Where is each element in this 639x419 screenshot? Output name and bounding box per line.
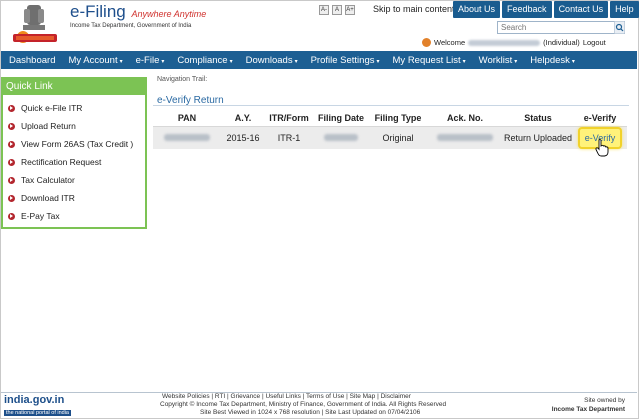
nav-compliance[interactable]: Compliance ▾ bbox=[177, 55, 232, 66]
col-itr-form: ITR/Form bbox=[265, 111, 313, 127]
nav-e-file[interactable]: e-File ▾ bbox=[136, 55, 165, 66]
brand-tagline: Anywhere Anytime bbox=[131, 9, 207, 19]
quick-link-item[interactable]: Tax Calculator bbox=[3, 171, 145, 189]
quick-link-item[interactable]: Rectification Request bbox=[3, 153, 145, 171]
chevron-down-icon: ▾ bbox=[376, 58, 380, 65]
quick-link-list: Quick e-File ITR Upload Return View Form… bbox=[3, 95, 145, 225]
table-header-row: PAN A.Y. ITR/Form Filing Date Filing Typ… bbox=[153, 111, 627, 127]
quick-link-item[interactable]: E-Pay Tax bbox=[3, 207, 145, 225]
font-decrease-button[interactable]: A- bbox=[319, 5, 329, 15]
skip-to-main-link[interactable]: Skip to main content bbox=[373, 4, 455, 14]
top-buttons: About Us Feedback Contact Us Help bbox=[453, 1, 639, 18]
font-increase-button[interactable]: A+ bbox=[345, 5, 355, 15]
chevron-down-icon: ▾ bbox=[462, 58, 466, 65]
contact-us-button[interactable]: Contact Us bbox=[553, 1, 609, 18]
cell-itr: ITR-1 bbox=[265, 126, 313, 149]
brand-name: e-Filing bbox=[70, 2, 126, 21]
arrow-bullet-icon bbox=[8, 122, 15, 130]
nav-my-account[interactable]: My Account ▾ bbox=[68, 55, 122, 66]
cell-ay: 2015-16 bbox=[221, 126, 265, 149]
search-icon[interactable] bbox=[614, 21, 625, 34]
quick-link-item[interactable]: Quick e-File ITR bbox=[3, 99, 145, 117]
india-gov-logo[interactable]: india.gov.in the national portal of indi… bbox=[4, 394, 84, 416]
feedback-button[interactable]: Feedback bbox=[502, 1, 552, 18]
nav-helpdesk[interactable]: Helpdesk ▾ bbox=[530, 55, 575, 66]
cell-filing-type: Original bbox=[369, 126, 427, 149]
footer-copyright: Copyright © Income Tax Department, Minis… bbox=[160, 401, 447, 408]
font-size-controls: A- A A+ bbox=[319, 5, 355, 15]
arrow-bullet-icon bbox=[8, 158, 15, 166]
cell-e-verify: e-Verify bbox=[573, 126, 627, 156]
search-input[interactable] bbox=[497, 21, 617, 34]
cell-status: Return Uploaded bbox=[503, 126, 573, 149]
header: e-Filing Anywhere Anytime Income Tax Dep… bbox=[0, 0, 639, 50]
col-ay: A.Y. bbox=[221, 111, 265, 127]
title-divider bbox=[153, 105, 629, 106]
nav-worklist[interactable]: Worklist ▾ bbox=[479, 55, 518, 66]
quick-link-title: Quick Link bbox=[3, 79, 145, 95]
navigation-trail: Navigation Trail: bbox=[157, 76, 208, 83]
footer-links[interactable]: Website Policies | RTI | Grievance | Use… bbox=[162, 393, 411, 400]
redacted-pan bbox=[164, 133, 210, 141]
font-normal-button[interactable]: A bbox=[332, 5, 342, 15]
quick-link-panel: Quick Link Quick e-File ITR Upload Retur… bbox=[1, 77, 147, 229]
welcome-user-type: (Individual) bbox=[543, 38, 580, 47]
cell-pan bbox=[153, 126, 221, 149]
india-gov-logo-subtext: the national portal of india bbox=[4, 410, 71, 416]
quick-link-item[interactable]: View Form 26AS (Tax Credit ) bbox=[3, 135, 145, 153]
col-pan: PAN bbox=[153, 111, 221, 127]
footer-site-owner: Site owned by Income Tax Department bbox=[545, 396, 625, 414]
cell-filing-date bbox=[313, 126, 369, 149]
chevron-down-icon: ▾ bbox=[294, 58, 298, 65]
user-icon bbox=[422, 38, 431, 47]
col-ack-no: Ack. No. bbox=[427, 111, 503, 127]
nav-profile-settings[interactable]: Profile Settings ▾ bbox=[311, 55, 380, 66]
chevron-down-icon: ▾ bbox=[514, 58, 518, 65]
hand-cursor-icon bbox=[595, 138, 609, 156]
redacted-user-name bbox=[468, 39, 541, 46]
col-filing-date: Filing Date bbox=[313, 111, 369, 127]
nav-my-request-list[interactable]: My Request List ▾ bbox=[393, 55, 466, 66]
arrow-bullet-icon bbox=[8, 104, 15, 112]
quick-link-item[interactable]: Download ITR bbox=[3, 189, 145, 207]
redacted-ack-no bbox=[437, 133, 493, 141]
arrow-bullet-icon bbox=[8, 194, 15, 202]
logout-link[interactable]: Logout bbox=[583, 38, 606, 47]
chevron-down-icon: ▾ bbox=[161, 58, 165, 65]
welcome-prefix: Welcome bbox=[434, 38, 466, 47]
help-button[interactable]: Help bbox=[610, 1, 639, 18]
quick-link-item[interactable]: Upload Return bbox=[3, 117, 145, 135]
col-e-verify: e-Verify bbox=[573, 111, 627, 127]
arrow-bullet-icon bbox=[8, 176, 15, 184]
redacted-date bbox=[324, 133, 358, 141]
nav-dashboard[interactable]: Dashboard bbox=[9, 55, 55, 66]
about-us-button[interactable]: About Us bbox=[453, 1, 501, 18]
footer-best-viewed: Site Best Viewed in 1024 x 768 resolutio… bbox=[200, 409, 421, 416]
footer-owner-name: Income Tax Department bbox=[551, 406, 625, 413]
arrow-bullet-icon bbox=[8, 212, 15, 220]
emblem-logo bbox=[13, 5, 57, 43]
footer-owned-label: Site owned by bbox=[584, 397, 625, 404]
col-status: Status bbox=[503, 111, 573, 127]
chevron-down-icon: ▾ bbox=[119, 58, 123, 65]
chevron-down-icon: ▾ bbox=[571, 58, 575, 65]
table-row: 2015-16 ITR-1 Original Return Uploaded e… bbox=[153, 126, 627, 156]
india-gov-logo-text: india.gov.in bbox=[4, 394, 65, 406]
cell-ack-no bbox=[427, 126, 503, 149]
chevron-down-icon: ▾ bbox=[229, 58, 233, 65]
main-nav: Dashboard My Account ▾ e-File ▾ Compliance… bbox=[1, 51, 637, 69]
arrow-bullet-icon bbox=[8, 140, 15, 148]
brand-subtitle: Income Tax Department, Government of Ind… bbox=[70, 23, 192, 29]
nav-downloads[interactable]: Downloads ▾ bbox=[246, 55, 298, 66]
brand: e-Filing Anywhere Anytime Income Tax Dep… bbox=[70, 2, 206, 29]
col-filing-type: Filing Type bbox=[369, 111, 427, 127]
welcome-bar: Welcome (Individual) Logout bbox=[422, 38, 606, 47]
returns-table: PAN A.Y. ITR/Form Filing Date Filing Typ… bbox=[153, 111, 627, 156]
